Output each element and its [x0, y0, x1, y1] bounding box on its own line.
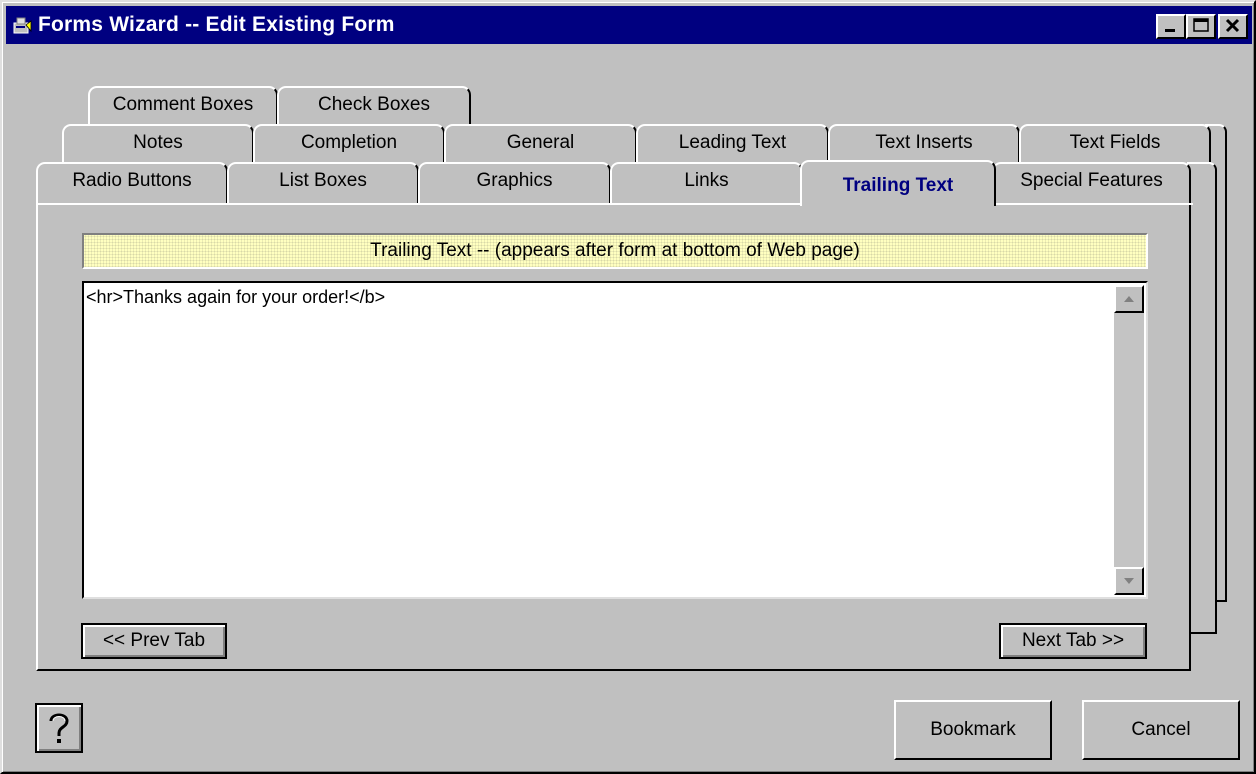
tab-general[interactable]: General — [444, 124, 637, 162]
trailing-text-textarea[interactable]: <hr>Thanks again for your order!</b> — [82, 281, 1148, 599]
cancel-button[interactable]: Cancel — [1082, 700, 1240, 760]
tab-completion[interactable]: Completion — [253, 124, 445, 162]
tab-check-boxes[interactable]: Check Boxes — [277, 86, 471, 124]
question-mark-icon — [49, 713, 69, 743]
maximize-icon — [1193, 18, 1209, 32]
close-icon — [1225, 18, 1240, 33]
tab-radio-buttons[interactable]: Radio Buttons — [36, 162, 228, 203]
wizard-app-icon — [13, 17, 32, 34]
bookmark-button[interactable]: Bookmark — [894, 700, 1052, 760]
tab-list-boxes[interactable]: List Boxes — [227, 162, 419, 203]
tab-graphics[interactable]: Graphics — [418, 162, 611, 203]
arrow-up-icon — [1124, 296, 1134, 302]
minimize-button[interactable] — [1156, 14, 1186, 39]
trailing-text-header: Trailing Text -- (appears after form at … — [82, 233, 1148, 269]
tab-comment-boxes[interactable]: Comment Boxes — [88, 86, 278, 124]
tab-text-fields[interactable]: Text Fields — [1019, 124, 1211, 162]
tab-special-features[interactable]: Special Features — [992, 162, 1191, 203]
tab-notes[interactable]: Notes — [62, 124, 254, 162]
window-title: Forms Wizard -- Edit Existing Form — [38, 13, 395, 36]
prev-tab-button[interactable]: << Prev Tab — [81, 623, 227, 659]
tab-trailing-text[interactable]: Trailing Text — [800, 160, 996, 206]
tab-links[interactable]: Links — [610, 162, 803, 203]
forms-wizard-window: Forms Wizard -- Edit Existing Form Comme… — [0, 0, 1256, 774]
scroll-up-button[interactable] — [1114, 285, 1144, 313]
textarea-content[interactable]: <hr>Thanks again for your order!</b> — [86, 287, 385, 308]
tab-panel-trailing-text: Trailing Text -- (appears after form at … — [36, 203, 1193, 671]
tab-page-back-1 — [1187, 162, 1217, 634]
vertical-scrollbar[interactable] — [1114, 285, 1144, 595]
help-button[interactable] — [35, 703, 83, 753]
tab-leading-text[interactable]: Leading Text — [636, 124, 829, 162]
next-tab-button[interactable]: Next Tab >> — [999, 623, 1147, 659]
panel-top-edge-left — [36, 203, 802, 205]
tab-text-inserts[interactable]: Text Inserts — [828, 124, 1020, 162]
panel-top-edge-right — [996, 203, 1193, 205]
title-bar[interactable]: Forms Wizard -- Edit Existing Form — [6, 6, 1252, 44]
maximize-button[interactable] — [1186, 14, 1216, 39]
close-button[interactable] — [1218, 14, 1248, 39]
minimize-icon — [1165, 29, 1175, 32]
arrow-down-icon — [1124, 578, 1134, 584]
scroll-down-button[interactable] — [1114, 567, 1144, 595]
